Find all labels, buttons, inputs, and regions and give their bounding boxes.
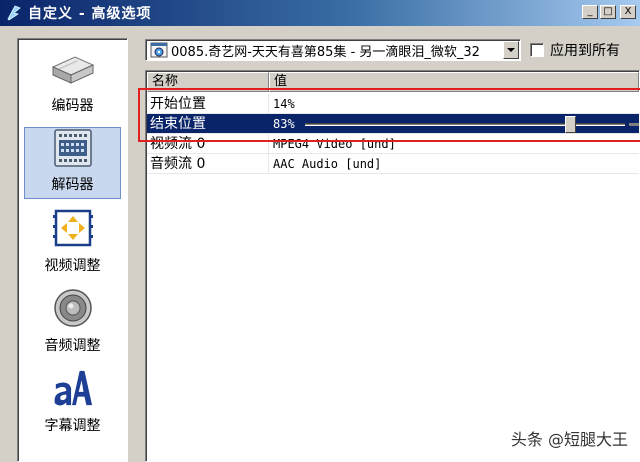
chevron-down-icon[interactable] [503,41,519,59]
subtitle-adjust-icon [54,370,92,406]
maximize-button[interactable]: □ [600,5,616,19]
table-row-selected[interactable]: 结束位置 83% [147,114,639,134]
video-adjust-icon [52,209,93,247]
window-title: 自定义 - 高级选项 [28,6,152,22]
decoder-icon [53,129,92,167]
sidebar-item-subtitle-adjust[interactable]: 字幕调整 [24,367,121,439]
source-file-value: 0085.奇艺网-天天有喜第85集 - 另一滴眼泪_微软_32 [171,44,480,60]
row-name: 视频流 0 [147,134,269,153]
row-name: 结束位置 [147,114,269,133]
encoder-icon [51,56,94,84]
row-name: 开始位置 [147,94,269,113]
sidebar-item-encoder[interactable]: 编码器 [24,47,121,119]
row-value: AAC Audio [und] [273,157,382,171]
media-file-icon [150,42,168,58]
sidebar-item-label: 视频调整 [44,258,101,274]
sidebar-item-audio-adjust[interactable]: 音频调整 [24,287,121,359]
audio-adjust-icon [53,289,92,327]
window-controls: _ □ X [582,5,636,19]
category-sidebar: 编码器 解码器 视频调整 音频调整 字幕调整 [17,38,128,462]
apply-to-all-checkbox[interactable] [530,43,544,57]
slider-thumb[interactable] [565,116,576,133]
slider-track[interactable] [305,116,625,133]
app-icon [7,5,21,21]
property-grid: 名称 值 开始位置 14% 结束位置 83% 视频流 0 MPEG4 Video… [145,70,640,462]
sidebar-item-label: 字幕调整 [44,418,101,434]
table-row[interactable]: 开始位置 14% [147,94,639,114]
row-value-cell: 83% [269,114,639,133]
watermark-text: 头条 @短腿大王 [510,430,628,449]
slider-end [629,123,639,126]
apply-to-all-label: 应用到所有 [550,43,620,59]
row-name: 音频流 0 [147,154,269,173]
sidebar-item-label: 解码器 [51,177,94,193]
source-file-select[interactable]: 0085.奇艺网-天天有喜第85集 - 另一滴眼泪_微软_32 [145,39,521,61]
row-value: MPEG4 Video [und] [273,137,396,151]
grid-header: 名称 值 [147,72,639,92]
close-button[interactable]: X [620,5,636,19]
row-value: 83% [273,117,295,131]
title-bar: 自定义 - 高级选项 _ □ X [0,0,640,26]
sidebar-item-label: 编码器 [51,98,94,114]
column-header-name[interactable]: 名称 [147,72,269,92]
column-header-value[interactable]: 值 [269,72,639,92]
table-row[interactable]: 视频流 0 MPEG4 Video [und] [147,134,639,154]
sidebar-item-decoder[interactable]: 解码器 [24,127,121,199]
apply-to-all-option[interactable]: 应用到所有 [530,40,620,60]
sidebar-item-label: 音频调整 [44,338,101,354]
sidebar-item-video-adjust[interactable]: 视频调整 [24,207,121,279]
minimize-button[interactable]: _ [582,5,598,19]
table-row[interactable]: 音频流 0 AAC Audio [und] [147,154,639,174]
row-value: 14% [273,97,295,111]
